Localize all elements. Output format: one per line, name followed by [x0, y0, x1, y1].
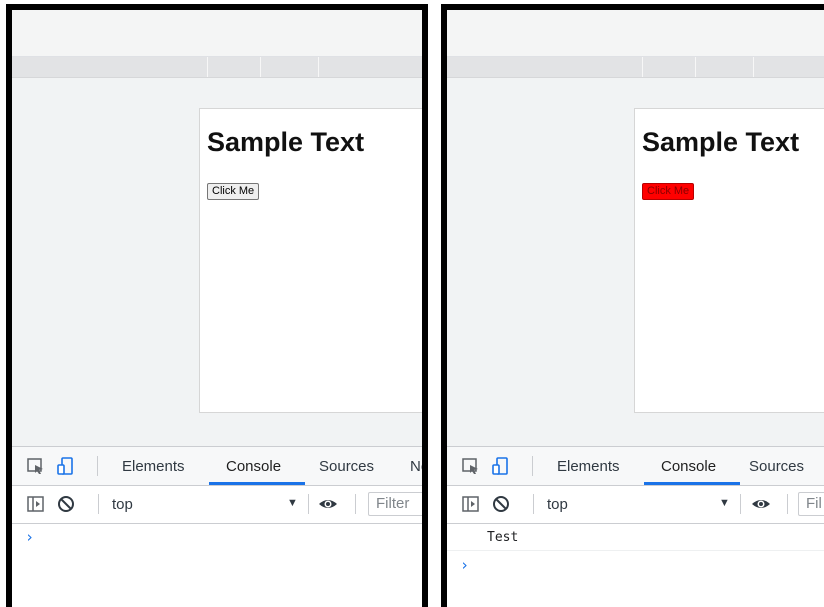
- tab-sources[interactable]: Sources: [749, 458, 804, 475]
- clear-console-icon[interactable]: [56, 494, 76, 514]
- console-toolbar: top ▼ Fil: [447, 486, 824, 524]
- page-heading: Sample Text: [207, 127, 365, 157]
- device-toolbar-icon[interactable]: [491, 456, 511, 476]
- page-viewport: Sample Text Click Me: [447, 78, 824, 446]
- device-toolbar-ruler: [447, 57, 824, 78]
- browser-top-bar: [12, 10, 422, 57]
- device-toolbar-icon[interactable]: [56, 456, 76, 476]
- devtools-panel: Elements Console Sources top ▼ Fil Test …: [447, 446, 824, 607]
- show-sidebar-icon[interactable]: [26, 494, 46, 514]
- click-me-button[interactable]: Click Me: [207, 183, 260, 200]
- show-sidebar-icon[interactable]: [461, 494, 481, 514]
- device-toolbar-ruler: [12, 57, 422, 78]
- click-me-button[interactable]: Click Me: [642, 183, 695, 200]
- devtools-tab-bar: Elements Console Sources Ne: [12, 447, 422, 486]
- console-log-entry: Test: [447, 524, 824, 551]
- console-log-text: Test: [487, 530, 519, 545]
- console-prompt[interactable]: ›: [460, 556, 469, 574]
- console-prompt[interactable]: ›: [25, 528, 34, 546]
- context-dropdown-icon[interactable]: ▼: [719, 497, 730, 509]
- devtools-panel: Elements Console Sources Ne top ▼ Filter…: [12, 446, 422, 607]
- filter-input[interactable]: Filter: [368, 492, 422, 516]
- console-toolbar: top ▼ Filter: [12, 486, 422, 524]
- tab-console[interactable]: Console: [661, 458, 716, 475]
- devtools-tab-bar: Elements Console Sources: [447, 447, 824, 486]
- context-dropdown-icon[interactable]: ▼: [287, 497, 298, 509]
- page-heading: Sample Text: [642, 127, 800, 157]
- tab-elements[interactable]: Elements: [557, 458, 620, 475]
- live-expression-eye-icon[interactable]: [751, 494, 771, 514]
- inspect-element-icon[interactable]: [461, 456, 481, 476]
- active-tab-indicator: [644, 482, 740, 485]
- browser-panel-before: Sample Text Click Me Elements Console So…: [6, 4, 428, 607]
- live-expression-eye-icon[interactable]: [318, 494, 338, 514]
- page-viewport: Sample Text Click Me: [12, 78, 422, 446]
- tab-elements[interactable]: Elements: [122, 458, 185, 475]
- browser-panel-after: Sample Text Click Me Elements Console So…: [441, 4, 824, 607]
- browser-top-bar: [447, 10, 824, 57]
- tab-sources[interactable]: Sources: [319, 458, 374, 475]
- tab-network[interactable]: Ne: [410, 458, 422, 475]
- tab-console[interactable]: Console: [226, 458, 281, 475]
- filter-input[interactable]: Fil: [798, 492, 824, 516]
- active-tab-indicator: [209, 482, 305, 485]
- context-selector[interactable]: top: [112, 496, 133, 513]
- inspect-element-icon[interactable]: [26, 456, 46, 476]
- clear-console-icon[interactable]: [491, 494, 511, 514]
- web-page: Sample Text Click Me: [199, 108, 422, 413]
- context-selector[interactable]: top: [547, 496, 568, 513]
- web-page: Sample Text Click Me: [634, 108, 824, 413]
